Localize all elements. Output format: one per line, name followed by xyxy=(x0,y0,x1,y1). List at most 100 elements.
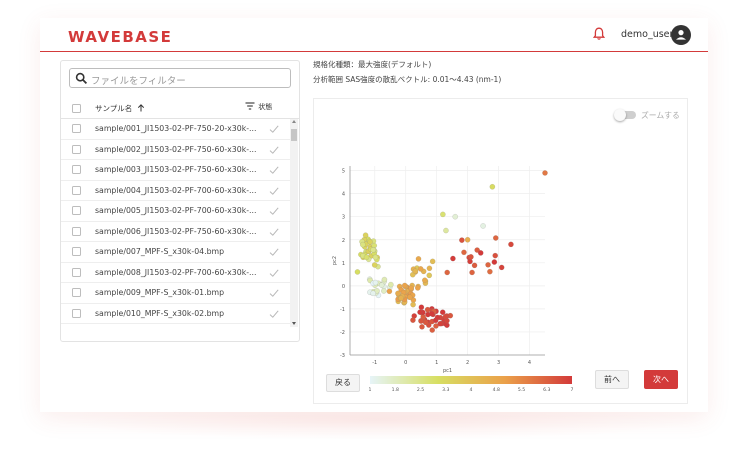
scatter-point xyxy=(418,318,424,324)
y-tick-label: -3 xyxy=(340,353,345,359)
x-tick-label: 2 xyxy=(466,360,469,366)
prev-button[interactable]: 前へ xyxy=(595,370,629,389)
colorbar-tick-label: 4 xyxy=(470,387,473,393)
colorbar-tick-label: 5.5 xyxy=(518,387,525,393)
scatter-point xyxy=(371,262,378,268)
table-row[interactable]: sample/006_JI1503-02-PF-750-60-x30k-... xyxy=(61,222,291,242)
scroll-thumb[interactable] xyxy=(291,129,297,141)
colorbar-tick-label: 1 xyxy=(369,387,372,393)
scatter-point xyxy=(508,241,514,248)
scatter-point xyxy=(450,255,456,262)
row-checkbox[interactable] xyxy=(72,144,81,154)
scatter-point xyxy=(437,320,443,327)
row-checkbox[interactable] xyxy=(72,267,81,277)
list-scrollbar[interactable] xyxy=(290,119,298,327)
scatter-point xyxy=(424,306,431,313)
check-icon xyxy=(269,166,279,174)
table-row[interactable]: sample/008_JI1503-02-PF-700-60-x30k-... xyxy=(61,263,291,283)
check-icon xyxy=(269,186,279,195)
file-list-panel: ファイルをフィルター サンプル名 状態 sample/001_JI1503-02… xyxy=(60,60,300,342)
scatter-point xyxy=(381,288,387,294)
scatter-point xyxy=(354,269,361,275)
sort-asc-icon[interactable] xyxy=(137,104,145,112)
scatter-point xyxy=(363,254,370,261)
colorbar-tick-label: 3.3 xyxy=(442,387,449,393)
app-card: WAVEBASE demo_user ファイルをフィルター サンプル名 状態 s… xyxy=(40,18,708,412)
scatter-point xyxy=(426,272,433,279)
scatter-point xyxy=(542,170,548,176)
scatter-point xyxy=(485,262,491,268)
row-checkbox[interactable] xyxy=(72,206,81,215)
select-all-checkbox[interactable] xyxy=(72,104,81,113)
scatter-point xyxy=(498,264,505,271)
column-header-status[interactable]: 状態 xyxy=(245,102,272,112)
sample-name: sample/009_MPF-S_x30k-01.bmp xyxy=(95,288,225,297)
sample-name: sample/001_JI1503-02-PF-750-20-x30k-... xyxy=(95,124,257,133)
y-axis-label: pc2 xyxy=(332,256,338,265)
check-icon xyxy=(269,248,279,256)
check-icon xyxy=(269,145,279,154)
scatter-point xyxy=(408,285,414,291)
sample-name: sample/004_JI1503-02-PF-700-60-x30k-... xyxy=(95,185,257,195)
search-icon xyxy=(75,72,88,85)
scatter-point xyxy=(395,290,401,297)
next-button[interactable]: 次へ xyxy=(644,370,678,389)
file-filter-input[interactable]: ファイルをフィルター xyxy=(69,68,291,88)
back-button[interactable]: 戻る xyxy=(326,374,360,392)
sample-name: sample/002_JI1503-02-PF-750-60-x30k-... xyxy=(95,144,257,154)
normalization-info: 規格化種類：最大強度(デフォルト) xyxy=(313,60,432,69)
scroll-down-icon[interactable] xyxy=(292,322,296,325)
colorbar-tick-label: 7 xyxy=(571,387,574,393)
row-checkbox[interactable] xyxy=(72,288,81,297)
scatter-point xyxy=(370,247,376,253)
row-checkbox[interactable] xyxy=(72,226,81,236)
scatter-point xyxy=(491,259,498,265)
filter-icon[interactable] xyxy=(245,102,255,110)
table-row[interactable]: sample/009_MPF-S_x30k-01.bmp xyxy=(61,283,291,304)
scatter-point xyxy=(370,290,376,297)
row-checkbox[interactable] xyxy=(72,185,81,195)
scatter-point xyxy=(414,285,421,291)
row-checkbox[interactable] xyxy=(72,308,81,318)
scatter-point xyxy=(440,211,446,218)
scatter-point xyxy=(381,276,388,283)
account-icon[interactable] xyxy=(671,25,691,45)
username-label[interactable]: demo_user xyxy=(621,29,673,40)
colorbar-tick-label: 4.8 xyxy=(493,387,500,393)
scatter-point xyxy=(407,294,413,300)
table-row[interactable]: sample/003_JI1503-02-PF-750-60-x30k-... xyxy=(61,160,291,181)
scatter-point xyxy=(372,279,379,286)
column-header-name[interactable]: サンプル名 xyxy=(95,103,145,114)
scatter-point xyxy=(429,327,436,333)
table-row[interactable]: sample/007_MPF-S_x30k-04.bmp xyxy=(61,242,291,263)
row-checkbox[interactable] xyxy=(72,124,81,133)
scatter-point xyxy=(492,235,499,241)
row-checkbox[interactable] xyxy=(72,247,81,256)
bell-icon[interactable] xyxy=(593,27,605,41)
scatter-point xyxy=(412,268,419,275)
scroll-up-icon[interactable] xyxy=(292,120,296,123)
scatter-point xyxy=(477,250,484,256)
scatter-point xyxy=(459,237,465,243)
table-row[interactable]: sample/002_JI1503-02-PF-750-60-x30k-... xyxy=(61,140,291,160)
row-checkbox[interactable] xyxy=(72,165,81,174)
scatter-point xyxy=(480,223,486,229)
app-logo[interactable]: WAVEBASE xyxy=(68,28,172,46)
y-tick-label: 3 xyxy=(342,215,345,221)
scatter-point xyxy=(367,239,373,245)
scatter-point xyxy=(422,277,428,284)
y-tick-label: 1 xyxy=(342,261,345,267)
app-header: WAVEBASE demo_user xyxy=(40,18,708,52)
app-background: WAVEBASE demo_user ファイルをフィルター サンプル名 状態 s… xyxy=(0,0,747,476)
filter-placeholder: ファイルをフィルター xyxy=(91,76,186,87)
table-row[interactable]: sample/010_MPF-S_x30k-02.bmp xyxy=(61,304,291,324)
table-row[interactable]: sample/004_JI1503-02-PF-700-60-x30k-... xyxy=(61,181,291,201)
scatter-point xyxy=(360,241,366,248)
scatter-point xyxy=(419,324,425,330)
table-row[interactable]: sample/005_JI1503-02-PF-700-60-x30k-... xyxy=(61,201,291,222)
scatter-point xyxy=(471,262,478,269)
x-tick-label: 4 xyxy=(528,360,531,366)
scatter-plot[interactable]: -1 0 1 2 3 4 -3 -2 -1 0 1 2 3 4 5 pc1 pc2 1 1.8 2.5 3.3 4 4.8 5… xyxy=(314,99,689,405)
scatter-point xyxy=(489,183,496,190)
table-row[interactable]: sample/001_JI1503-02-PF-750-20-x30k-... xyxy=(61,119,291,140)
